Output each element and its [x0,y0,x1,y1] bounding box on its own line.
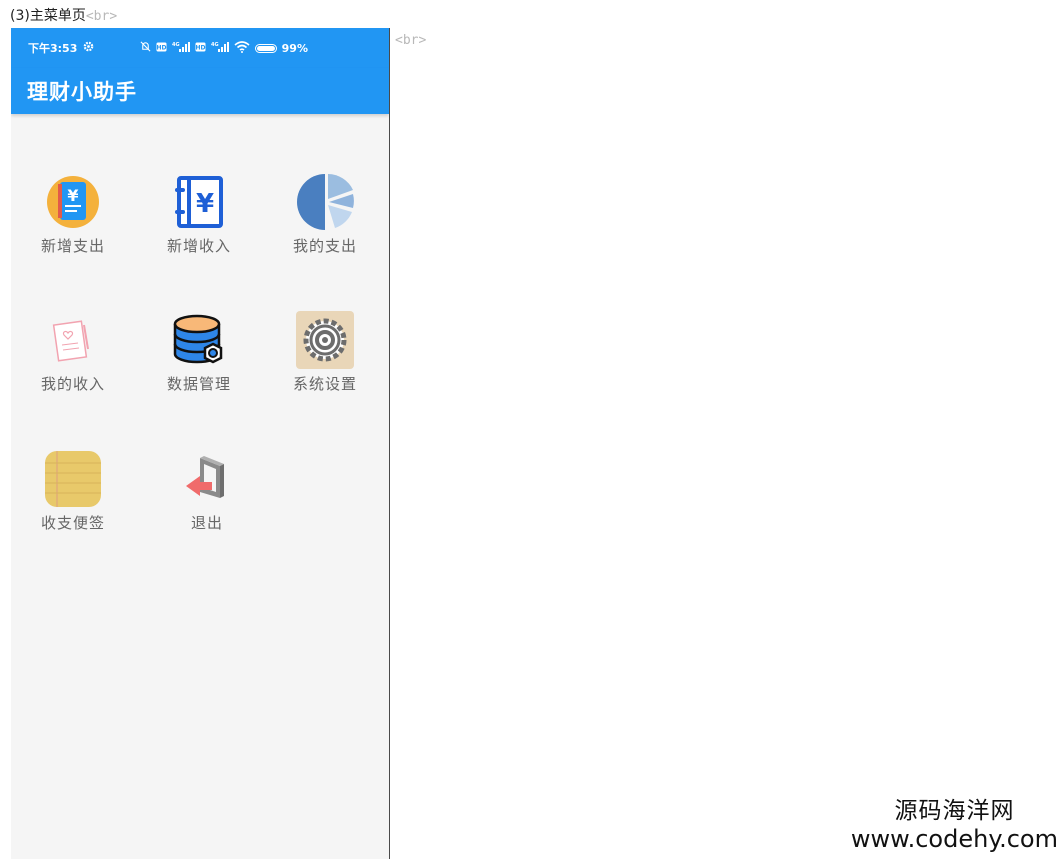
settings-gear-icon [296,311,354,369]
app-bar: 理财小助手 [11,68,389,114]
menu-exit[interactable]: 退出 [145,448,269,548]
menu-label: 系统设置 [292,375,357,393]
hd-icon-2: HD [195,42,206,55]
battery-icon [254,43,277,53]
battery-percent: 99% [281,41,308,55]
hd-icon: HD [156,42,167,55]
notebook-yuan-icon: ¥ [47,176,99,228]
love-letter-icon [52,320,89,362]
menu-label: 退出 [190,514,223,532]
svg-text:4G: 4G [172,42,180,48]
status-bar: 下午3:53 HD 4G HD 4G 99% [11,28,389,68]
pie-chart-icon [297,174,354,230]
watermark-en: www.codehy.com [850,825,1058,853]
heading-text: (3)主菜单页 [10,8,86,24]
svg-text:HD: HD [156,44,166,51]
exit-arrow-icon [186,456,224,498]
menu-label: 我的收入 [40,375,105,393]
app-title: 理财小助手 [27,80,137,104]
phone-screen: 下午3:53 HD 4G HD 4G 99% 理财小助手 ¥ 新增支出 ¥ 新增… [11,28,390,859]
menu-system-settings[interactable]: 系统设置 [263,309,387,409]
menu-label: 收支便签 [40,514,105,532]
menu-data-management[interactable]: 数据管理 [137,309,261,409]
database-gear-icon [173,314,223,364]
ledger-yuan-icon: ¥ [175,176,223,228]
document-heading: (3)主菜单页<br> [10,5,117,25]
4g-signal-icon: 4G [172,41,190,56]
svg-text:4G: 4G [211,42,219,48]
wifi-icon [234,40,250,56]
menu-label: 我的支出 [292,237,357,255]
menu-add-expense[interactable]: ¥ 新增支出 [11,171,135,271]
4g-signal-icon-2: 4G [211,41,229,56]
menu-my-income[interactable]: 我的收入 [11,309,135,409]
svg-text:¥: ¥ [196,189,214,219]
br-tag-right: <br> [395,33,427,48]
br-tag: <br> [85,9,118,24]
menu-my-expense[interactable]: 我的支出 [263,171,387,271]
menu-label: 新增支出 [40,237,105,255]
sticky-note-icon [45,451,101,507]
svg-text:HD: HD [195,44,205,51]
status-time: 下午3:53 [28,42,78,55]
mute-bell-icon [140,41,151,55]
menu-label: 新增收入 [166,237,231,255]
gear-icon [83,41,94,55]
svg-text:¥: ¥ [67,186,78,205]
watermark: 源码海洋网 www.codehy.com [851,797,1058,853]
menu-sticky-notes[interactable]: 收支便签 [11,448,135,548]
menu-label: 数据管理 [166,375,231,393]
watermark-cn: 源码海洋网 [894,798,1015,824]
menu-add-income[interactable]: ¥ 新增收入 [137,171,261,271]
